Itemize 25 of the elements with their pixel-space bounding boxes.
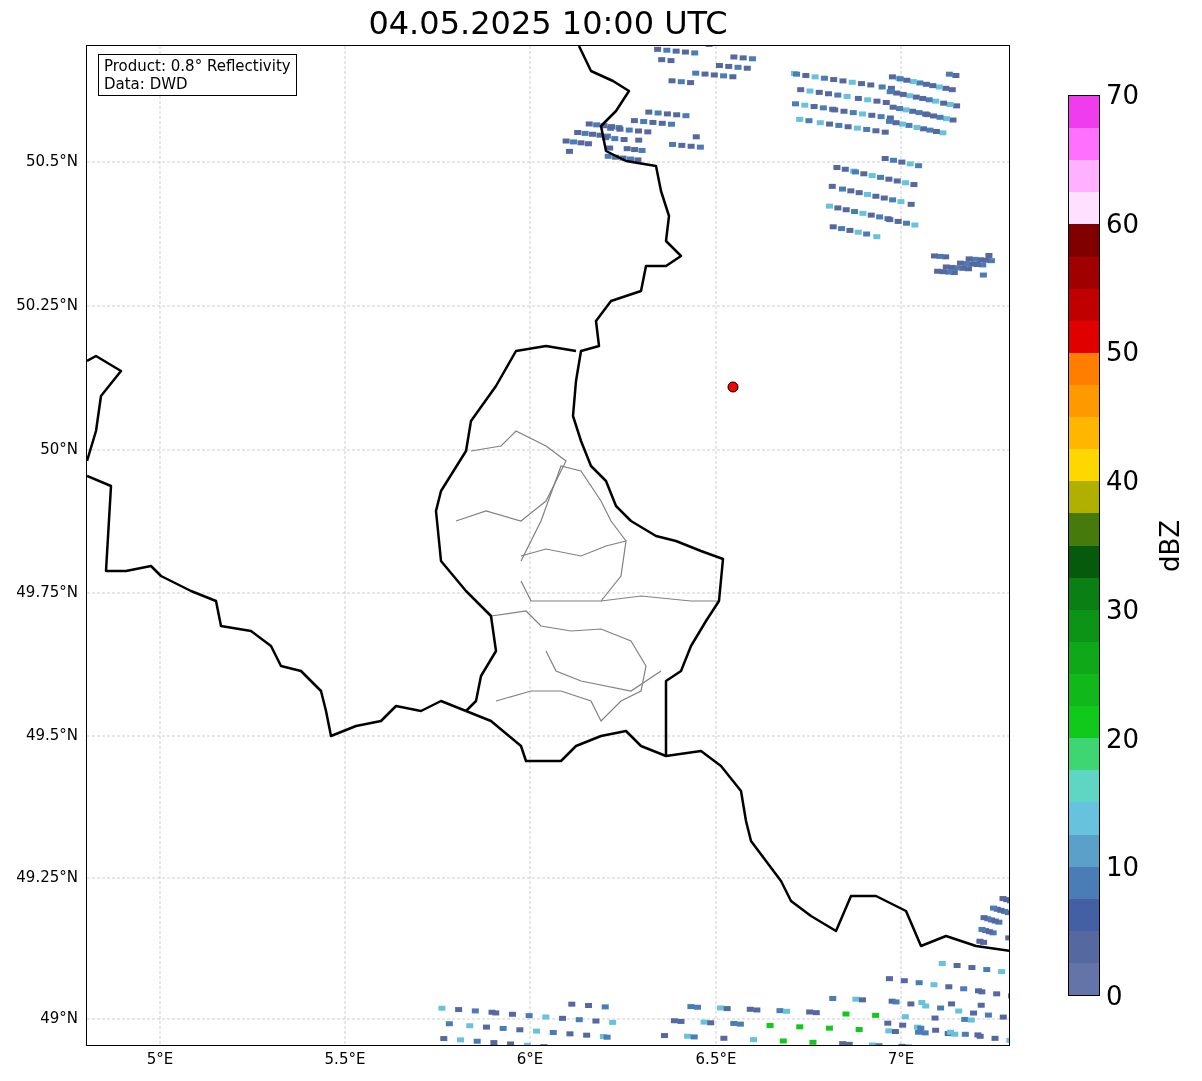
latitude-label: 49.75°N [16, 584, 78, 600]
legend-text: Product: 0.8° Reflectivity [104, 57, 291, 75]
longitude-label: 6°E [516, 1052, 544, 1067]
radar-site-marker [727, 381, 739, 393]
latitude-label: 50°N [40, 441, 78, 457]
longitude-label: 7°E [887, 1052, 915, 1067]
colorbar-axis-label: dBZ [1157, 519, 1183, 572]
colorbar-tick-label: 20 [1106, 725, 1140, 752]
colorbar-tick-label: 30 [1106, 596, 1140, 623]
colorbar-tick-label: 0 [1106, 983, 1123, 1009]
colorbar-tick-label: 40 [1106, 468, 1140, 495]
latitude-label: 49.25°N [16, 869, 78, 885]
colorbar-tick-label: 70 [1106, 82, 1140, 108]
latitude-label: 49°N [40, 1010, 78, 1026]
longitude-label: 6.5°E [695, 1052, 737, 1067]
chart-title: 04.05.2025 10:00 UTC [368, 6, 728, 39]
colorbar-tick-label: 50 [1106, 339, 1140, 366]
colorbar-tick-label: 10 [1106, 854, 1140, 881]
longitude-label: 5.5°E [324, 1052, 366, 1067]
legend-text: Data: DWD [104, 75, 189, 93]
latitude-label: 49.5°N [25, 727, 78, 743]
latitude-label: 50.5°N [25, 153, 78, 169]
longitude-label: 5°E [146, 1052, 174, 1067]
colorbar-tick-label: 60 [1106, 210, 1140, 237]
latitude-label: 50.25°N [16, 297, 78, 313]
